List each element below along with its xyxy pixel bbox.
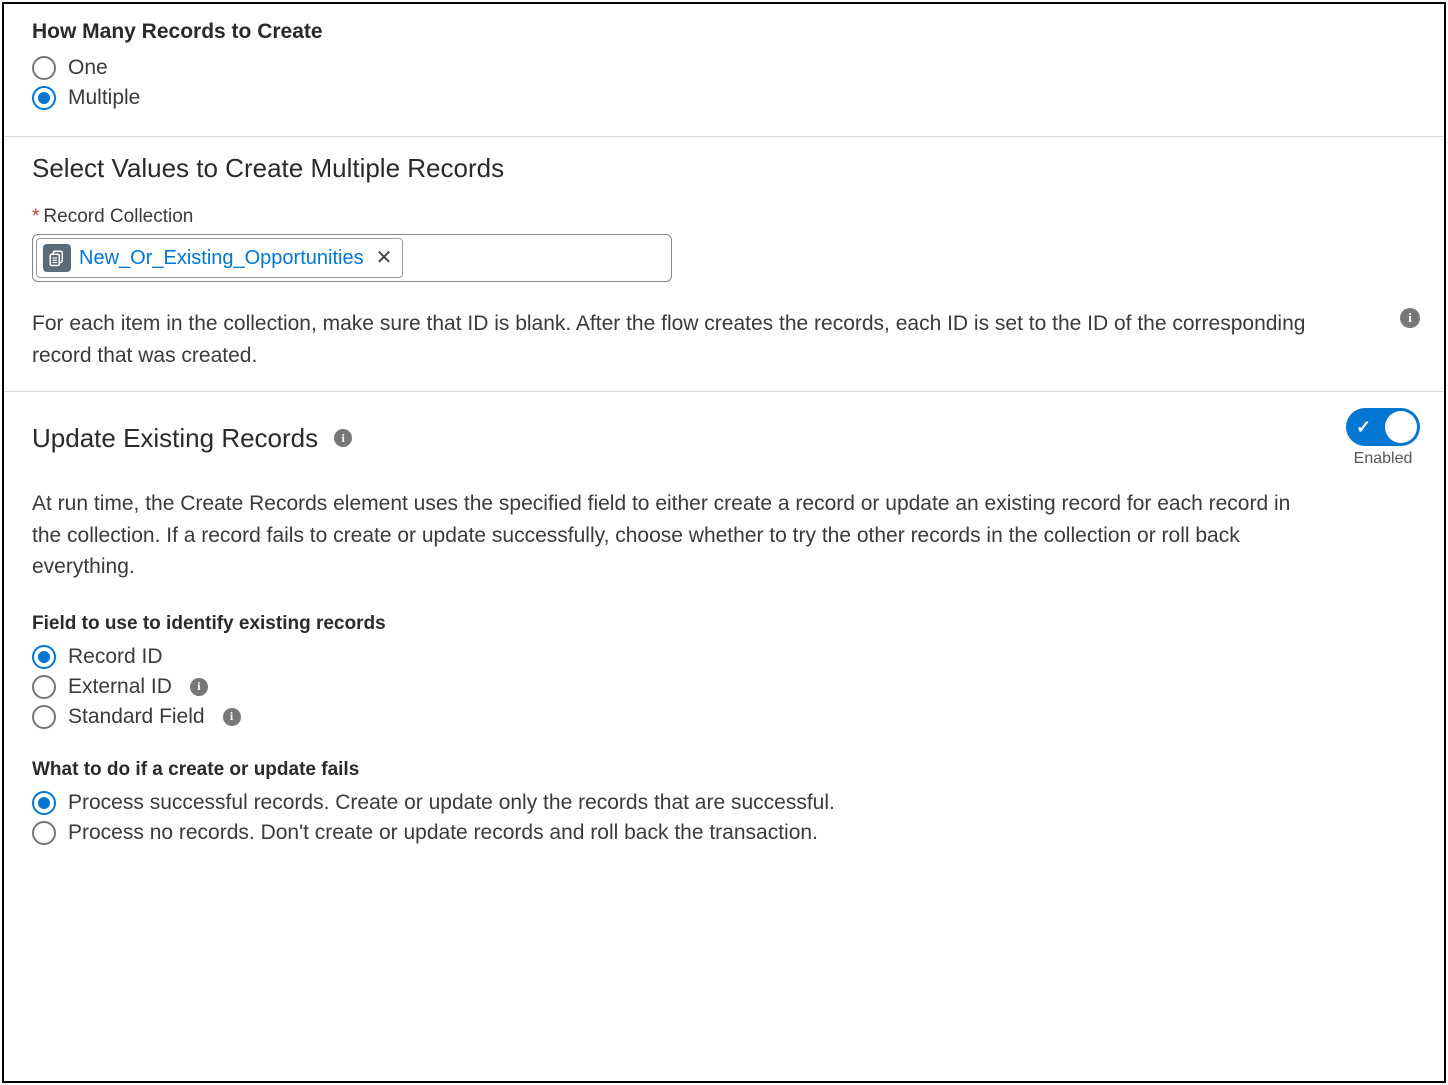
radio-process-none-label: Process no records. Don't create or upda… [68, 821, 818, 845]
radio-multiple[interactable] [32, 86, 56, 110]
collection-variable-icon [43, 244, 71, 272]
select-values-section: Select Values to Create Multiple Records… [4, 136, 1444, 391]
info-icon[interactable]: i [334, 429, 352, 447]
toggle-column: ✓ Enabled [1346, 408, 1420, 468]
radio-standard-field[interactable] [32, 705, 56, 729]
create-records-panel: How Many Records to Create One Multiple … [2, 2, 1446, 1083]
radio-multiple-label: Multiple [68, 86, 140, 110]
update-existing-body: At run time, the Create Records element … [32, 488, 1312, 583]
required-asterisk: * [32, 206, 39, 227]
radio-process-none-row[interactable]: Process no records. Don't create or upda… [32, 821, 1420, 845]
fail-behavior-heading: What to do if a create or update fails [32, 759, 1420, 781]
record-collection-label-text: Record Collection [43, 206, 193, 227]
toggle-knob [1385, 411, 1417, 443]
radio-process-successful[interactable] [32, 791, 56, 815]
radio-one-row[interactable]: One [32, 56, 1420, 80]
info-icon[interactable]: i [223, 708, 241, 726]
info-icon[interactable]: i [1400, 308, 1420, 328]
check-icon: ✓ [1356, 417, 1371, 438]
select-values-help-row: For each item in the collection, make su… [32, 308, 1420, 371]
how-many-section: How Many Records to Create One Multiple [4, 4, 1444, 136]
update-existing-title-row: Update Existing Records i [32, 423, 352, 454]
select-values-help-text: For each item in the collection, make su… [32, 308, 1312, 371]
update-existing-header: Update Existing Records i ✓ Enabled [32, 408, 1420, 468]
radio-external-id-row[interactable]: External ID i [32, 675, 1420, 699]
radio-record-id-row[interactable]: Record ID [32, 645, 1420, 669]
radio-one[interactable] [32, 56, 56, 80]
radio-one-label: One [68, 56, 108, 80]
update-existing-heading: Update Existing Records [32, 423, 318, 454]
radio-standard-field-label: Standard Field [68, 705, 205, 729]
update-existing-section: Update Existing Records i ✓ Enabled At r… [4, 391, 1444, 871]
record-collection-label: *Record Collection [32, 206, 1420, 228]
identify-field-heading: Field to use to identify existing record… [32, 613, 1420, 635]
record-collection-pill: New_Or_Existing_Opportunities ✕ [36, 238, 403, 278]
how-many-heading: How Many Records to Create [32, 20, 1420, 44]
radio-multiple-row[interactable]: Multiple [32, 86, 1420, 110]
radio-record-id-label: Record ID [68, 645, 163, 669]
select-values-heading: Select Values to Create Multiple Records [32, 153, 1420, 184]
record-collection-input[interactable]: New_Or_Existing_Opportunities ✕ [32, 234, 672, 282]
info-icon[interactable]: i [190, 678, 208, 696]
radio-record-id[interactable] [32, 645, 56, 669]
update-existing-toggle[interactable]: ✓ [1346, 408, 1420, 446]
radio-standard-field-row[interactable]: Standard Field i [32, 705, 1420, 729]
radio-external-id[interactable] [32, 675, 56, 699]
pill-remove-icon[interactable]: ✕ [376, 248, 393, 268]
radio-process-successful-row[interactable]: Process successful records. Create or up… [32, 791, 1420, 815]
pill-value: New_Or_Existing_Opportunities [79, 247, 364, 270]
radio-process-none[interactable] [32, 821, 56, 845]
radio-external-id-label: External ID [68, 675, 172, 699]
radio-process-successful-label: Process successful records. Create or up… [68, 791, 835, 815]
toggle-caption: Enabled [1354, 450, 1413, 468]
